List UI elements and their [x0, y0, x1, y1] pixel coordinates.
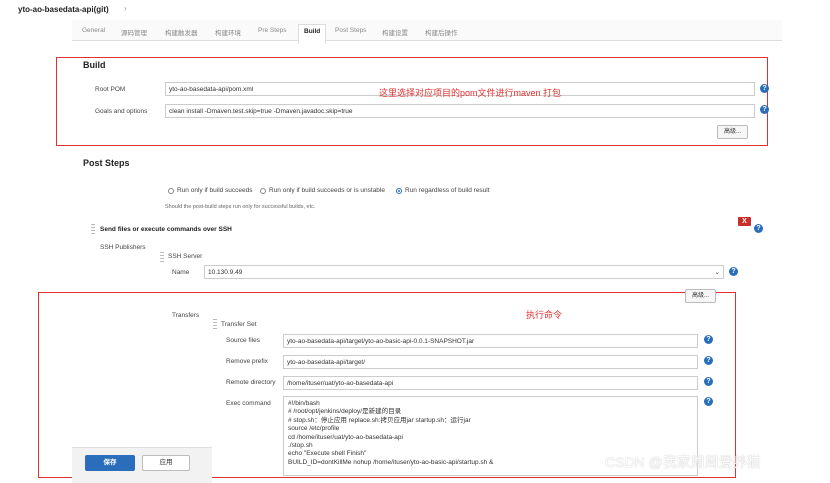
top-bar: yto-ao-basedata-api(git) › — [0, 0, 830, 18]
tab-build-settings[interactable]: 构建设置 — [382, 27, 408, 37]
drag-handle-icon[interactable] — [213, 319, 217, 329]
breadcrumb-project[interactable]: yto-ao-basedata-api(git) — [18, 5, 109, 14]
help-icon[interactable]: ? — [704, 397, 713, 406]
help-icon[interactable]: ? — [760, 84, 769, 93]
watermark: CSDN @我家周周爱养猫 — [605, 454, 761, 470]
save-button[interactable]: 保存 — [85, 455, 135, 471]
ssh-publishers-label: SSH Publishers — [100, 244, 146, 251]
help-icon[interactable]: ? — [704, 377, 713, 386]
root-pom-label: Root POM — [95, 86, 126, 93]
radio-run-if-success[interactable] — [168, 188, 174, 194]
exec-line: cd /home/ituser/uat/yto-ao-basedata-api — [288, 433, 403, 441]
post-steps-hint: Should the post-build steps run only for… — [165, 204, 316, 210]
remove-prefix-input[interactable]: yto-ao-basedata-api/target/ — [283, 355, 698, 369]
goals-options-input[interactable]: clean install -Dmaven.test.skip=true -Dm… — [165, 104, 755, 118]
server-name-select[interactable]: 10.130.9.49 ⌄ — [204, 265, 724, 279]
radio-run-regardless[interactable] — [396, 188, 402, 194]
ssh-advanced-button[interactable]: 高级... — [685, 289, 717, 303]
remote-directory-input[interactable]: /home/ituser/uat/yto-ao-basedata-api — [283, 376, 698, 390]
build-annotation-box — [56, 57, 768, 146]
server-name-label: Name — [172, 269, 190, 276]
build-section-title: Build — [83, 60, 106, 70]
help-icon[interactable]: ? — [729, 267, 738, 276]
build-annotation-text: 这里选择对应项目的pom文件进行maven 打包 — [379, 88, 562, 98]
build-advanced-button[interactable]: 高级... — [717, 125, 749, 139]
radio-run-if-success-label: Run only if build succeeds — [177, 187, 253, 194]
help-icon[interactable]: ? — [760, 105, 769, 114]
drag-handle-icon[interactable] — [160, 252, 164, 262]
exec-command-label: Exec command — [226, 400, 271, 407]
tab-general[interactable]: General — [82, 27, 105, 34]
tab-source-management[interactable]: 源码管理 — [121, 27, 147, 37]
help-icon[interactable]: ? — [704, 356, 713, 365]
exec-line: # stop.sh：停止应用 replace.sh:拷贝应用jar startu… — [288, 416, 471, 424]
radio-run-if-success-or-unstable[interactable] — [260, 188, 266, 194]
ssh-step-title: Send files or execute commands over SSH — [100, 226, 232, 233]
tab-build[interactable]: Build — [298, 24, 327, 44]
server-name-value: 10.130.9.49 — [208, 269, 243, 276]
goals-options-label: Goals and options — [95, 108, 148, 115]
help-icon[interactable]: ? — [704, 335, 713, 344]
delete-step-button[interactable]: X — [738, 217, 751, 226]
exec-annotation-text: 执行命令 — [526, 310, 563, 320]
radio-run-regardless-label: Run regardless of build result — [405, 187, 490, 194]
config-tabs: General 源码管理 构建触发器 构建环境 Pre Steps Build … — [72, 20, 782, 44]
chevron-right-icon[interactable]: › — [124, 4, 127, 13]
exec-line: ./stop.sh — [288, 442, 313, 450]
tab-pre-steps[interactable]: Pre Steps — [258, 27, 287, 34]
source-files-input[interactable]: yto-ao-basedata-api/target/yto-ao-basic-… — [283, 334, 698, 348]
tab-post-build-actions[interactable]: 构建后操作 — [425, 27, 458, 37]
source-files-label: Source files — [226, 337, 260, 344]
radio-run-if-success-or-unstable-label: Run only if build succeeds or is unstabl… — [269, 187, 385, 194]
remove-prefix-label: Remove prefix — [226, 358, 268, 365]
tab-build-environment[interactable]: 构建环境 — [215, 27, 241, 37]
help-icon[interactable]: ? — [754, 224, 763, 233]
exec-line: # /root/opt/jenkins/deploy/是新建的目录 — [288, 408, 402, 416]
drag-handle-icon[interactable] — [91, 224, 95, 234]
transfers-label: Transfers — [172, 312, 200, 319]
post-steps-title: Post Steps — [83, 158, 130, 168]
chevron-down-icon[interactable]: ⌄ — [715, 266, 720, 278]
transfer-set-label: Transfer Set — [221, 321, 257, 328]
apply-button[interactable]: 应用 — [142, 455, 190, 471]
remote-directory-label: Remote directory — [226, 379, 276, 386]
exec-line: source /etc/profile — [288, 425, 340, 433]
tab-build-triggers[interactable]: 构建触发器 — [165, 27, 198, 37]
tab-post-steps[interactable]: Post Steps — [335, 27, 366, 34]
ssh-server-label: SSH Server — [168, 253, 203, 260]
